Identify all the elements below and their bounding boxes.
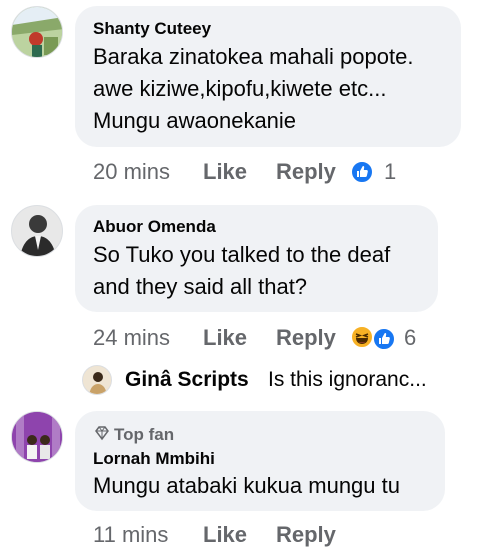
reply-author[interactable]: Ginâ Scripts: [125, 368, 249, 392]
comment-text-line: Mungu awaonekanie: [93, 108, 297, 133]
comment-timestamp: 24 mins: [93, 325, 171, 350]
comment-text-line: Baraka zinatokea mahali popote.: [93, 44, 414, 69]
comment-text-line: So Tuko you talked to the deaf: [93, 242, 391, 267]
reply-button[interactable]: Reply: [276, 522, 336, 548]
comment-text-line: Mungu atabaki kukua mungu tu: [93, 473, 400, 498]
reply-button[interactable]: Reply: [276, 159, 336, 185]
avatar[interactable]: [11, 6, 63, 58]
reply-preview[interactable]: Ginâ Scripts Is this ignoranc...: [0, 362, 480, 398]
like-button[interactable]: Like: [203, 325, 247, 351]
like-icon[interactable]: [350, 160, 374, 184]
haha-icon[interactable]: [350, 325, 374, 349]
comment-text-line: and they said all that?: [93, 274, 308, 299]
like-button[interactable]: Like: [203, 159, 247, 185]
reply-text: Is this ignoranc...: [268, 368, 427, 391]
like-button[interactable]: Like: [203, 522, 247, 548]
comment-author[interactable]: Abuor Omenda: [93, 217, 216, 237]
reply-button[interactable]: Reply: [276, 325, 336, 351]
comment-timestamp: 20 mins: [93, 159, 171, 184]
avatar[interactable]: [82, 365, 112, 395]
avatar[interactable]: [11, 411, 63, 463]
like-icon[interactable]: [372, 327, 396, 351]
top-fan-icon: [93, 424, 111, 447]
comment-text-line: awe kiziwe,kipofu,kiwete etc...: [93, 76, 387, 101]
reaction-count[interactable]: 1: [384, 159, 396, 185]
top-fan-badge: Top fan: [114, 425, 175, 444]
reaction-count[interactable]: 6: [404, 325, 416, 351]
avatar[interactable]: [11, 205, 63, 257]
comment-timestamp: 11 mins: [93, 522, 169, 547]
comment-author[interactable]: Shanty Cuteey: [93, 19, 211, 39]
comment-author[interactable]: Lornah Mmbihi: [93, 449, 215, 469]
